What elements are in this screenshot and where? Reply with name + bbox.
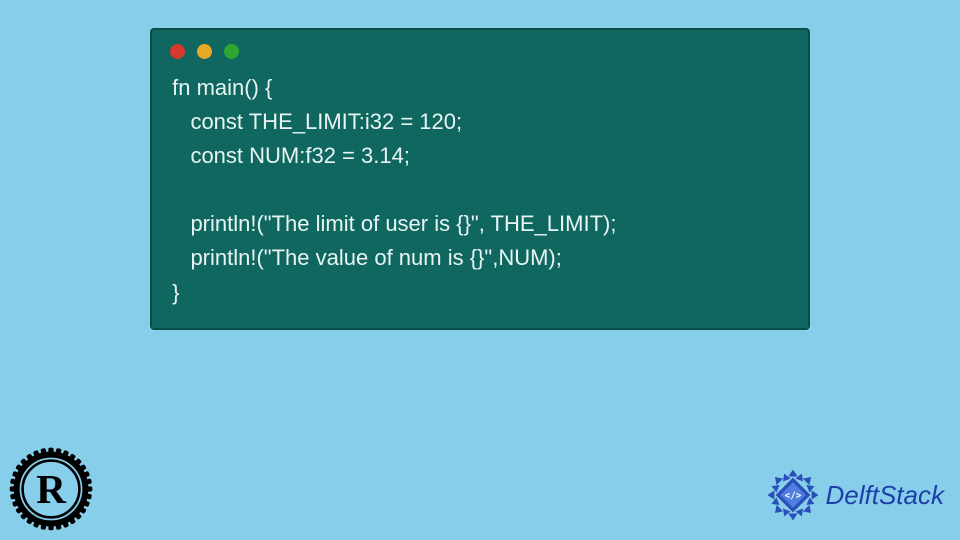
delftstack-text: DelftStack	[826, 480, 945, 511]
code-window: fn main() { const THE_LIMIT:i32 = 120; c…	[150, 28, 810, 330]
code-content: fn main() { const THE_LIMIT:i32 = 120; c…	[152, 69, 808, 310]
svg-text:</>: </>	[784, 490, 801, 501]
delftstack-badge-icon: </>	[764, 466, 822, 524]
minimize-icon	[197, 44, 212, 59]
rust-logo-icon: R	[8, 446, 94, 532]
window-titlebar	[152, 30, 808, 69]
maximize-icon	[224, 44, 239, 59]
svg-text:R: R	[36, 466, 67, 512]
close-icon	[170, 44, 185, 59]
delftstack-logo: </> DelftStack	[764, 466, 945, 524]
